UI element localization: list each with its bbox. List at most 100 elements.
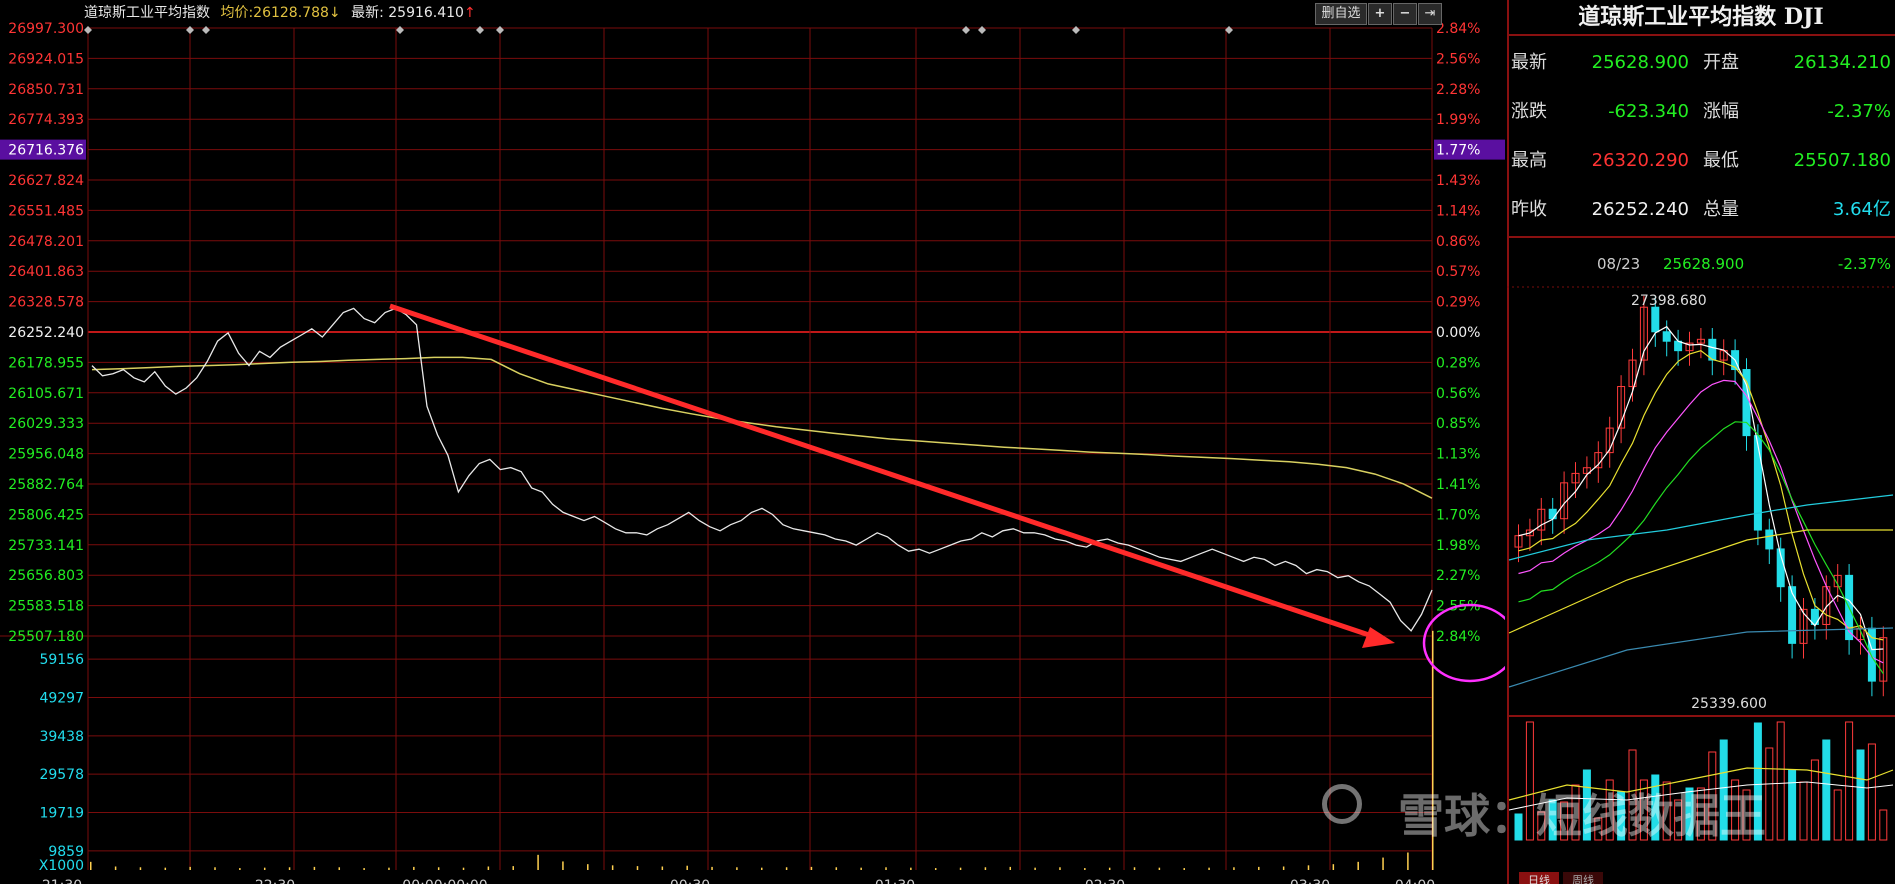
time-tick-label: 21:30: [42, 878, 82, 884]
volume-bar: [761, 867, 763, 870]
event-marker-icon[interactable]: [84, 26, 92, 34]
next-icon[interactable]: ⇥: [1418, 3, 1442, 25]
event-marker-icon[interactable]: [396, 26, 404, 34]
pct-tick-label: 1.99%: [1436, 112, 1480, 128]
zoom-out-button[interactable]: −: [1393, 3, 1417, 25]
kline-pct: -2.37%: [1838, 255, 1891, 273]
kline-volume-bar: [1799, 781, 1808, 841]
tab-day-label: 日线: [1528, 873, 1550, 884]
time-tick-label: 00:30: [670, 878, 710, 884]
volume-bar: [1158, 867, 1161, 870]
price-tick-label: 25733.141: [8, 538, 84, 554]
volume-tick-label: 29578: [39, 767, 84, 783]
quote-label: 开盘: [1703, 52, 1739, 73]
volume-bar: [1059, 867, 1061, 870]
zoom-in-button[interactable]: +: [1368, 3, 1392, 25]
kline-ma-line: [1508, 494, 1894, 561]
quote-label: 涨跌: [1511, 101, 1547, 122]
quote-row: 昨收 26252.240 总量 3.64亿: [1507, 185, 1895, 234]
volume-bar: [164, 867, 167, 870]
pct-tick-label: 1.98%: [1436, 538, 1480, 554]
quote-value: -2.37%: [1827, 101, 1891, 122]
volume-bar: [934, 868, 937, 870]
volume-bar: [860, 867, 862, 870]
quote-label: 最新: [1511, 52, 1547, 73]
kline-ma-line: [1518, 350, 1884, 641]
volume-bar: [1084, 868, 1086, 870]
volume-bar: [1183, 868, 1185, 870]
last-arrow-icon: ↑: [463, 5, 476, 21]
annotation-arrow-shaft: [389, 303, 1376, 640]
price-line: [91, 307, 1433, 632]
price-tick-label: 26029.333: [8, 416, 84, 432]
volume-bar: [587, 864, 589, 870]
volume-bar: [636, 866, 639, 870]
price-tick-label: 25656.803: [8, 568, 84, 584]
time-tick-label: 02:30: [1085, 878, 1125, 884]
event-marker-icon[interactable]: [962, 26, 970, 34]
volume-bar: [90, 861, 92, 870]
volume-bar: [313, 866, 316, 870]
crosshair-price-label: 26716.376: [8, 143, 84, 159]
volume-bar: [1382, 857, 1384, 870]
event-marker-icon[interactable]: [186, 26, 194, 34]
quote-row: 最高 26320.290 最低 25507.180: [1507, 136, 1895, 185]
volume-bar: [1034, 867, 1036, 870]
pct-tick-label: 2.27%: [1436, 568, 1480, 584]
price-tick-label: 25956.048: [8, 447, 84, 463]
volume-bar: [1282, 866, 1285, 870]
kline-volume-bar: [1867, 743, 1876, 841]
avg-arrow-icon: ↓: [328, 5, 341, 21]
volume-bar: [363, 868, 365, 870]
volume-tick-label: 39438: [39, 729, 84, 745]
intraday-chart[interactable]: 26997.30026924.01526850.73126774.3932671…: [0, 0, 1505, 884]
chart-title: 道琼斯工业平均指数: [84, 5, 210, 21]
chart-header: 道琼斯工业平均指数 均价:26128.788↓ 最新: 25916.410↑: [0, 0, 1505, 26]
kline-price: 25628.900: [1663, 255, 1744, 273]
event-marker-icon[interactable]: [202, 26, 210, 34]
volume-tick-label: 59156: [39, 652, 84, 668]
pct-tick-label: 0.57%: [1436, 264, 1480, 280]
quote-title: 道琼斯工业平均指数 DJI: [1578, 4, 1824, 30]
volume-bar: [512, 866, 514, 870]
quote-value: -623.340: [1608, 101, 1689, 122]
kline-ma-line: [1518, 379, 1884, 664]
separator: [1507, 236, 1895, 238]
event-marker-icon[interactable]: [476, 26, 484, 34]
kline-volume-bar: [1776, 721, 1785, 841]
volume-bar: [1258, 866, 1260, 870]
quote-value: 26320.290: [1591, 150, 1689, 171]
kline-volume-bar: [1833, 789, 1842, 841]
volume-bar: [437, 867, 440, 870]
volume-bar: [1208, 867, 1210, 870]
price-tick-label: 26252.240: [8, 325, 84, 341]
kline-candle: [1753, 435, 1762, 531]
pct-tick-label: 0.86%: [1436, 234, 1480, 250]
kline-candle: [1651, 306, 1660, 333]
kline-candle: [1662, 331, 1671, 342]
kline-volume-bar: [1822, 739, 1831, 841]
event-marker-icon[interactable]: [1072, 26, 1080, 34]
volume-bar: [1009, 866, 1012, 870]
delete-watchlist-button[interactable]: 删自选: [1315, 3, 1367, 25]
xueqiu-logo-icon: [1322, 784, 1362, 824]
price-tick-label: 26178.955: [8, 355, 84, 371]
volume-bar: [189, 866, 191, 870]
event-marker-icon[interactable]: [496, 26, 504, 34]
event-marker-icon[interactable]: [978, 26, 986, 34]
quote-panel: 道琼斯工业平均指数 DJI 最新 25628.900 开盘 26134.210 …: [1507, 0, 1895, 884]
volume-bar: [785, 867, 788, 870]
quote-value: 26134.210: [1793, 52, 1891, 73]
quote-label: 总量: [1703, 199, 1739, 220]
volume-bar: [214, 867, 216, 870]
quote-row: 涨跌 -623.340 涨幅 -2.37%: [1507, 87, 1895, 136]
price-tick-label: 26551.485: [8, 203, 84, 219]
price-tick-label: 26478.201: [8, 234, 84, 250]
volume-bar: [835, 867, 838, 870]
kline-volume-bar: [1845, 721, 1854, 841]
avg-label: 均价:: [220, 5, 254, 21]
price-tick-label: 26401.863: [8, 264, 84, 280]
volume-bar: [611, 865, 614, 870]
volume-tick-label: 49297: [39, 691, 84, 707]
volume-bar: [1233, 867, 1235, 870]
